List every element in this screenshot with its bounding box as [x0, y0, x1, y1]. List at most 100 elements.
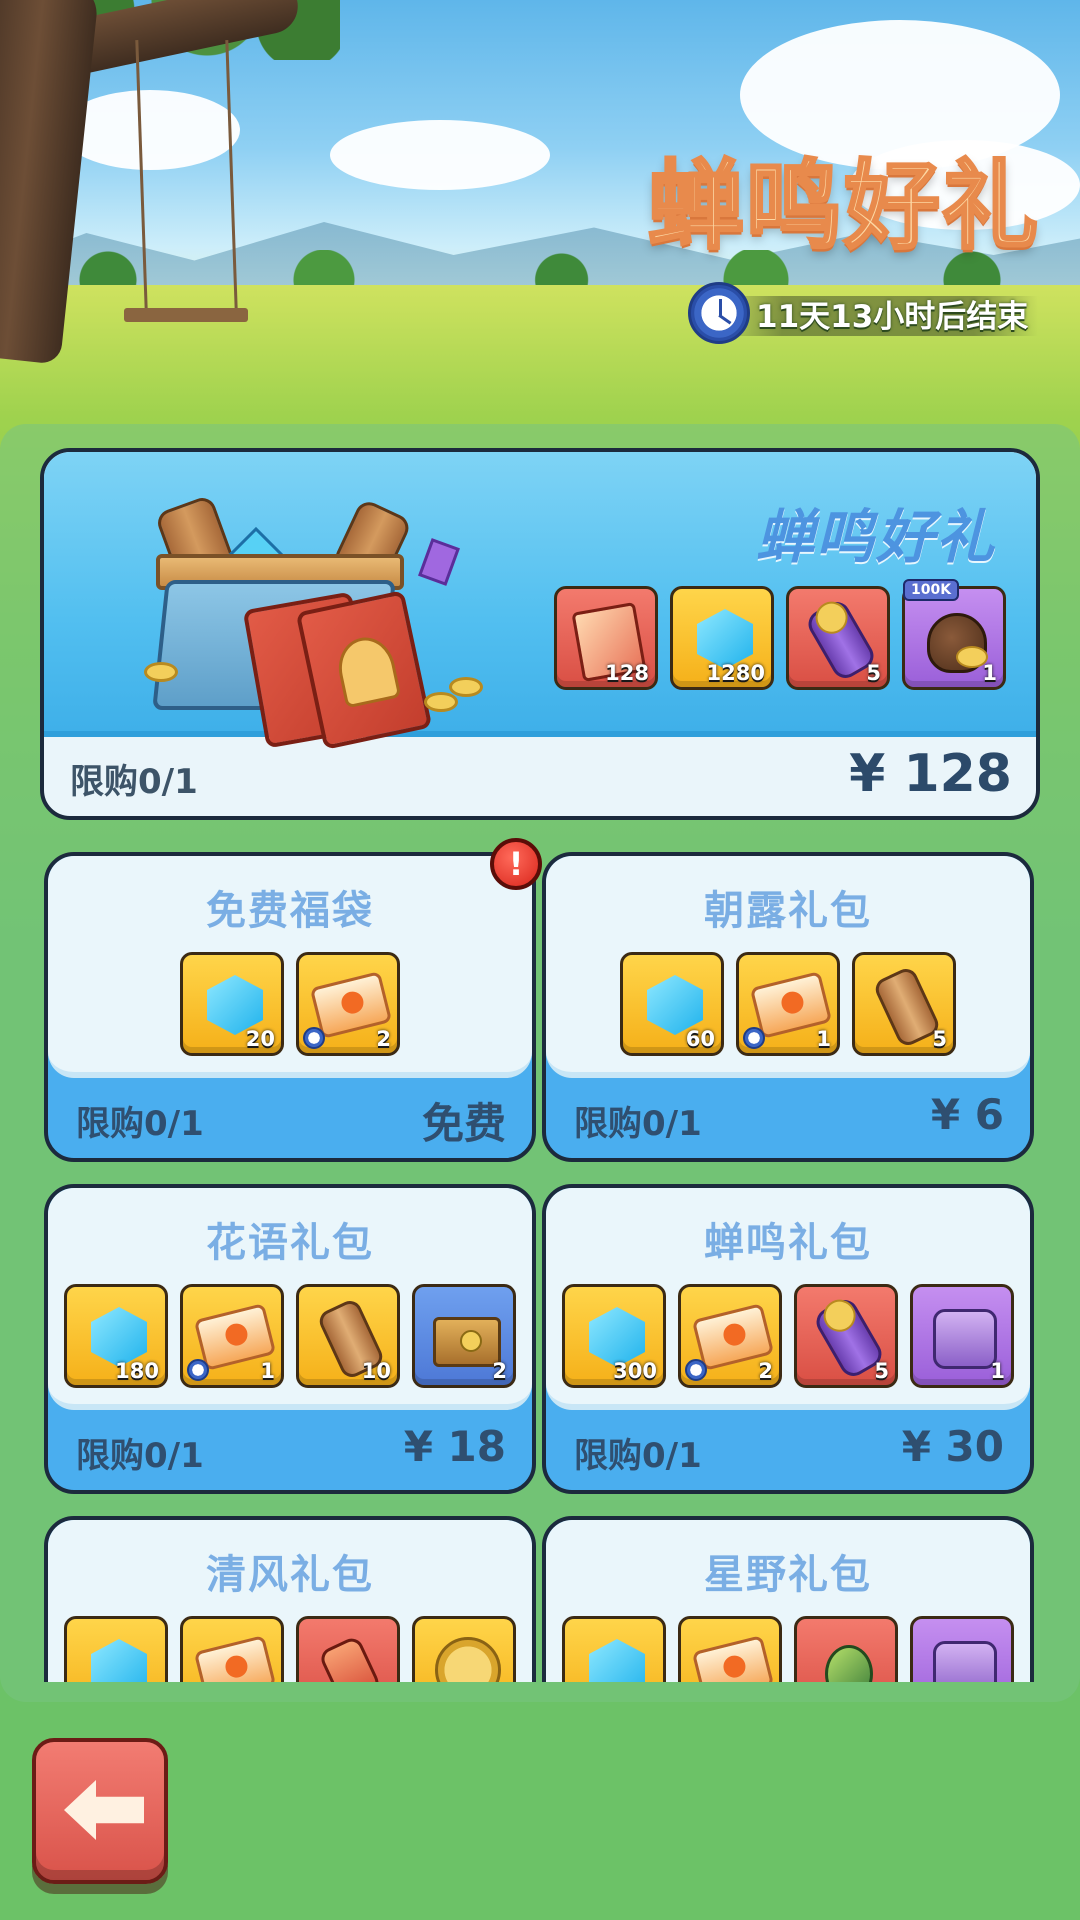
- reward-count: 2: [492, 1359, 507, 1383]
- reward-count: 5: [874, 1359, 889, 1383]
- reward-tile[interactable]: [64, 1616, 168, 1682]
- reward-tile[interactable]: 1280: [670, 586, 774, 690]
- purchase-limit: 限购0/1: [70, 762, 198, 802]
- coin-icon: [144, 662, 178, 682]
- price-label[interactable]: ¥ 30: [902, 1422, 1004, 1471]
- reward-count: 1: [260, 1359, 275, 1383]
- gift-card[interactable]: 朝露礼包 60 1 5 限购0/1 ¥ 6: [542, 852, 1034, 1162]
- reward-tile[interactable]: [180, 1616, 284, 1682]
- gift-card[interactable]: 免费福袋 20 2 限购0/1 免费: [44, 852, 536, 1162]
- amount-badge: 100K: [903, 579, 960, 601]
- reward-tile[interactable]: [678, 1616, 782, 1682]
- page-title: 蝉鸣好礼: [647, 149, 1040, 264]
- reward-count: 10: [361, 1359, 391, 1383]
- reward-tile[interactable]: 60: [620, 952, 724, 1056]
- gift-card-body: 清风礼包: [48, 1520, 532, 1682]
- gift-card[interactable]: 蝉鸣礼包 300 2 5 1 限购0/1 ¥ 30: [542, 1184, 1034, 1494]
- cloud: [330, 120, 550, 190]
- reward-tile[interactable]: 1: [910, 1284, 1014, 1388]
- back-arrow-icon: [64, 1780, 144, 1840]
- purchase-limit: 限购0/1: [76, 1436, 204, 1476]
- reward-count: 2: [376, 1027, 391, 1051]
- gift-reward-list: [546, 1616, 1030, 1682]
- reward-count: 180: [115, 1359, 159, 1383]
- price-label[interactable]: ¥ 18: [404, 1422, 506, 1471]
- ticket-icon: [193, 1635, 277, 1682]
- timed-clock-icon: [743, 1027, 765, 1049]
- reward-tile[interactable]: [910, 1616, 1014, 1682]
- coin-bag-icon: [927, 613, 988, 673]
- gem-icon: [589, 1307, 645, 1367]
- gift-name: 蝉鸣礼包: [704, 1220, 872, 1266]
- reward-tile[interactable]: 10: [296, 1284, 400, 1388]
- gift-reward-list: 60 1 5: [546, 952, 1030, 1056]
- reward-tile[interactable]: 5: [852, 952, 956, 1056]
- reward-tile[interactable]: 5: [794, 1284, 898, 1388]
- purple-gem-icon: [418, 538, 460, 586]
- gem-icon: [91, 1639, 147, 1682]
- swing-seat: [124, 308, 248, 322]
- gift-list[interactable]: 蝉鸣好礼 128 1280 5 100K 1 限购0/1 ¥ 128 免费福袋 20 2 限购…: [0, 424, 1080, 1682]
- gift-card-body: 免费福袋 20 2: [48, 856, 532, 1078]
- treasure-chest-icon: [433, 1317, 501, 1367]
- reward-tile[interactable]: 2: [296, 952, 400, 1056]
- purchase-limit: 限购0/1: [574, 1436, 702, 1476]
- reward-tile[interactable]: 128: [554, 586, 658, 690]
- reward-tile[interactable]: 100K 1: [902, 579, 1006, 690]
- alert-badge: !: [490, 838, 542, 890]
- reward-tile[interactable]: 300: [562, 1284, 666, 1388]
- reward-tile[interactable]: 1: [180, 1284, 284, 1388]
- gift-name: 花语礼包: [206, 1220, 374, 1266]
- event-timer: 11天13小时后结束: [688, 282, 1038, 344]
- reward-count: 2: [758, 1359, 773, 1383]
- back-button[interactable]: [32, 1738, 168, 1884]
- reward-count: 1280: [706, 661, 765, 685]
- clock-icon: [688, 282, 750, 344]
- reward-count: 5: [932, 1027, 947, 1051]
- gift-card[interactable]: 星野礼包: [542, 1516, 1034, 1682]
- reward-tile[interactable]: [562, 1616, 666, 1682]
- gift-card[interactable]: 花语礼包 180 1 10 2 限购0/1 ¥ 18: [44, 1184, 536, 1494]
- reward-count: 300: [613, 1359, 657, 1383]
- gem-icon: [589, 1639, 645, 1682]
- mask-chest-icon: [933, 1641, 997, 1682]
- egg-icon: [825, 1645, 873, 1682]
- gift-reward-list: 180 1 10 2: [48, 1284, 532, 1388]
- featured-reward-list: 128 1280 5 100K 1: [554, 579, 1006, 690]
- gift-name: 星野礼包: [704, 1552, 872, 1598]
- potion-icon: [317, 1634, 385, 1682]
- reward-tile[interactable]: 1: [736, 952, 840, 1056]
- reward-tile[interactable]: 5: [786, 586, 890, 690]
- timed-clock-icon: [187, 1359, 209, 1381]
- reward-count: 128: [605, 661, 649, 685]
- timed-clock-icon: [303, 1027, 325, 1049]
- gift-card-body: 花语礼包 180 1 10 2: [48, 1188, 532, 1410]
- coin-icon: [449, 677, 483, 697]
- timer-text: 11天13小时后结束: [756, 298, 1029, 335]
- reward-tile[interactable]: 2: [678, 1284, 782, 1388]
- reward-count: 1: [990, 1359, 1005, 1383]
- purchase-limit: 限购0/1: [574, 1104, 702, 1144]
- gift-card[interactable]: 清风礼包: [44, 1516, 536, 1682]
- gem-icon: [207, 975, 263, 1035]
- gem-icon: [647, 975, 703, 1035]
- reward-count: 60: [685, 1027, 715, 1051]
- price-label[interactable]: ¥ 128: [849, 744, 1012, 804]
- price-label[interactable]: ¥ 6: [931, 1090, 1004, 1139]
- reward-tile[interactable]: 180: [64, 1284, 168, 1388]
- reward-tile[interactable]: [296, 1616, 400, 1682]
- gift-card-body: 朝露礼包 60 1 5: [546, 856, 1030, 1078]
- coin-icon: [435, 1637, 501, 1682]
- purchase-limit: 限购0/1: [76, 1104, 204, 1144]
- reward-tile[interactable]: 20: [180, 952, 284, 1056]
- coin-icon: [424, 692, 458, 712]
- reward-tile[interactable]: 2: [412, 1284, 516, 1388]
- gem-icon: [697, 609, 753, 669]
- reward-tile[interactable]: [412, 1616, 516, 1682]
- price-label[interactable]: 免费: [422, 1090, 506, 1151]
- featured-gift-card[interactable]: 蝉鸣好礼 128 1280 5 100K 1 限购0/1 ¥ 128: [40, 448, 1040, 820]
- gift-reward-list: 20 2: [48, 952, 532, 1056]
- reward-count: 1: [982, 661, 997, 685]
- reward-tile[interactable]: [794, 1616, 898, 1682]
- gift-card-body: 蝉鸣礼包 300 2 5 1: [546, 1188, 1030, 1410]
